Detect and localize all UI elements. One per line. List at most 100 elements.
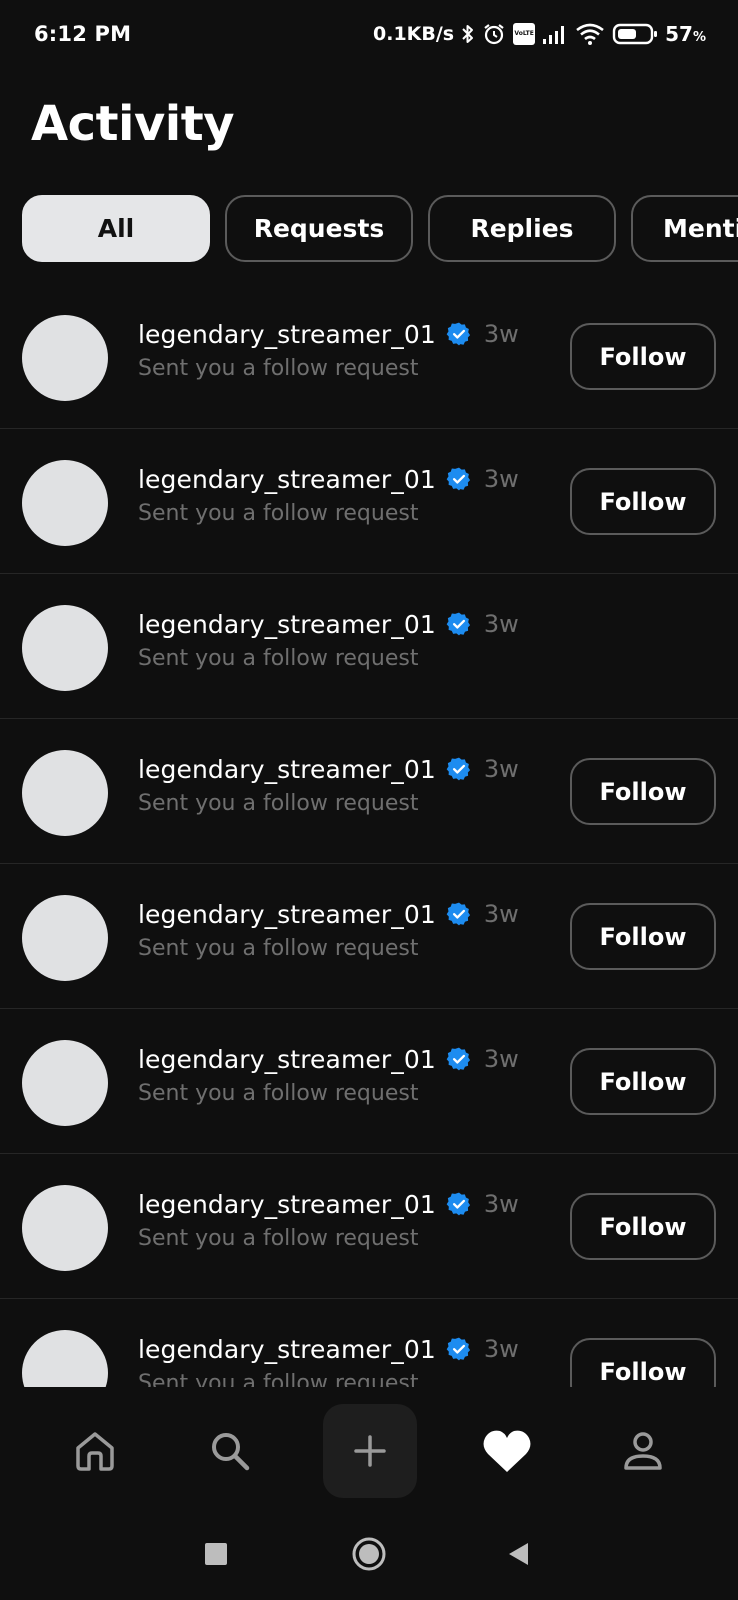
battery-percent: 57% — [665, 22, 706, 46]
activity-subtitle: Sent you a follow request — [138, 1371, 419, 1387]
wifi-icon — [576, 23, 604, 45]
activity-subtitle: Sent you a follow request — [138, 501, 419, 526]
plus-icon — [354, 1435, 386, 1467]
verified-badge-icon — [446, 467, 470, 491]
activity-row-header: legendary_streamer_01 3w — [138, 1186, 519, 1222]
filter-chip-requests[interactable]: Requests — [225, 195, 413, 262]
battery-percent-unit: % — [692, 30, 706, 45]
activity-row-header: legendary_streamer_01 3w — [138, 896, 519, 932]
activity-subtitle: Sent you a follow request — [138, 1226, 419, 1251]
network-speed: 0.1KB/s — [373, 23, 455, 45]
verified-badge-icon — [446, 1047, 470, 1071]
filter-chips: All Requests Replies Menti — [22, 195, 738, 262]
nav-profile[interactable] — [598, 1404, 688, 1498]
nav-create[interactable] — [323, 1404, 417, 1498]
page-title: Activity — [31, 96, 234, 152]
activity-screen: 6:12 PM 0.1KB/s VoLTE 57% Activity All R… — [0, 0, 738, 1600]
avatar[interactable] — [22, 1330, 108, 1387]
filter-chip-replies[interactable]: Replies — [428, 195, 616, 262]
activity-row[interactable]: legendary_streamer_01 3w Sent you a foll… — [0, 719, 738, 864]
username[interactable]: legendary_streamer_01 — [138, 320, 436, 349]
system-back-button[interactable] — [497, 1532, 541, 1576]
follow-button[interactable]: Follow — [570, 1338, 716, 1387]
username[interactable]: legendary_streamer_01 — [138, 465, 436, 494]
username[interactable]: legendary_streamer_01 — [138, 1335, 436, 1364]
system-recents-button[interactable] — [194, 1532, 238, 1576]
time-ago: 3w — [483, 1335, 519, 1363]
activity-row-text: legendary_streamer_01 3w Sent you a foll… — [138, 1186, 519, 1252]
follow-button[interactable]: Follow — [570, 1048, 716, 1115]
follow-button[interactable]: Follow — [570, 758, 716, 825]
activity-list[interactable]: legendary_streamer_01 3w Sent you a foll… — [0, 284, 738, 1387]
activity-row-text: legendary_streamer_01 3w Sent you a foll… — [138, 316, 519, 382]
status-icons: 0.1KB/s VoLTE 57% — [373, 22, 706, 46]
follow-button[interactable]: Follow — [570, 1193, 716, 1260]
verified-badge-icon — [446, 1337, 470, 1361]
activity-row[interactable]: legendary_streamer_01 3w Sent you a foll… — [0, 1009, 738, 1154]
activity-row[interactable]: legendary_streamer_01 3w Sent you a foll… — [0, 1299, 738, 1387]
activity-row-header: legendary_streamer_01 3w — [138, 461, 519, 497]
nav-home[interactable] — [50, 1404, 140, 1498]
activity-subtitle: Sent you a follow request — [138, 791, 419, 816]
activity-row[interactable]: legendary_streamer_01 3w Sent you a foll… — [0, 574, 738, 719]
volte-badge-text: VoLTE — [514, 30, 534, 37]
activity-row[interactable]: legendary_streamer_01 3w Sent you a foll… — [0, 429, 738, 574]
person-icon — [624, 1432, 662, 1470]
activity-row[interactable]: legendary_streamer_01 3w Sent you a foll… — [0, 1154, 738, 1299]
time-ago: 3w — [483, 1190, 519, 1218]
follow-button[interactable]: Follow — [570, 903, 716, 970]
activity-row-text: legendary_streamer_01 3w Sent you a foll… — [138, 606, 519, 672]
avatar[interactable] — [22, 1185, 108, 1271]
activity-row[interactable]: legendary_streamer_01 3w Sent you a foll… — [0, 864, 738, 1009]
follow-button[interactable]: Follow — [570, 468, 716, 535]
avatar[interactable] — [22, 460, 108, 546]
verified-badge-icon — [446, 757, 470, 781]
activity-subtitle: Sent you a follow request — [138, 646, 419, 671]
status-time: 6:12 PM — [34, 22, 132, 46]
activity-row-header: legendary_streamer_01 3w — [138, 751, 519, 787]
heart-icon — [483, 1430, 531, 1472]
alarm-icon — [484, 24, 504, 45]
username[interactable]: legendary_streamer_01 — [138, 1045, 436, 1074]
avatar[interactable] — [22, 315, 108, 401]
username[interactable]: legendary_streamer_01 — [138, 610, 436, 639]
activity-subtitle: Sent you a follow request — [138, 936, 419, 961]
avatar[interactable] — [22, 1040, 108, 1126]
filter-chip-all[interactable]: All — [22, 195, 210, 262]
circle-icon — [352, 1537, 386, 1571]
activity-row-text: legendary_streamer_01 3w Sent you a foll… — [138, 896, 519, 962]
status-bar: 6:12 PM 0.1KB/s VoLTE 57% — [0, 0, 738, 68]
username[interactable]: legendary_streamer_01 — [138, 755, 436, 784]
time-ago: 3w — [483, 755, 519, 783]
time-ago: 3w — [483, 465, 519, 493]
nav-activity[interactable] — [462, 1404, 552, 1498]
avatar[interactable] — [22, 605, 108, 691]
time-ago: 3w — [483, 1045, 519, 1073]
bluetooth-icon — [462, 25, 474, 43]
filter-chip-mentions[interactable]: Menti — [631, 195, 738, 262]
bottom-nav — [0, 1387, 738, 1508]
square-icon — [205, 1543, 227, 1565]
signal-icon — [543, 26, 565, 44]
nav-search[interactable] — [185, 1404, 275, 1498]
volte-icon: VoLTE — [513, 23, 536, 45]
activity-row-text: legendary_streamer_01 3w Sent you a foll… — [138, 461, 519, 527]
time-ago: 3w — [483, 900, 519, 928]
follow-button[interactable]: Follow — [570, 323, 716, 390]
activity-row-header: legendary_streamer_01 3w — [138, 1331, 519, 1367]
activity-row[interactable]: legendary_streamer_01 3w Sent you a foll… — [0, 284, 738, 429]
username[interactable]: legendary_streamer_01 — [138, 1190, 436, 1219]
avatar[interactable] — [22, 895, 108, 981]
verified-badge-icon — [446, 902, 470, 926]
username[interactable]: legendary_streamer_01 — [138, 900, 436, 929]
system-home-button[interactable] — [347, 1532, 391, 1576]
verified-badge-icon — [446, 1192, 470, 1216]
time-ago: 3w — [483, 320, 519, 348]
battery-icon — [612, 23, 658, 45]
time-ago: 3w — [483, 610, 519, 638]
activity-row-text: legendary_streamer_01 3w Sent you a foll… — [138, 751, 519, 817]
verified-badge-icon — [446, 612, 470, 636]
activity-row-header: legendary_streamer_01 3w — [138, 1041, 519, 1077]
activity-subtitle: Sent you a follow request — [138, 356, 419, 381]
avatar[interactable] — [22, 750, 108, 836]
